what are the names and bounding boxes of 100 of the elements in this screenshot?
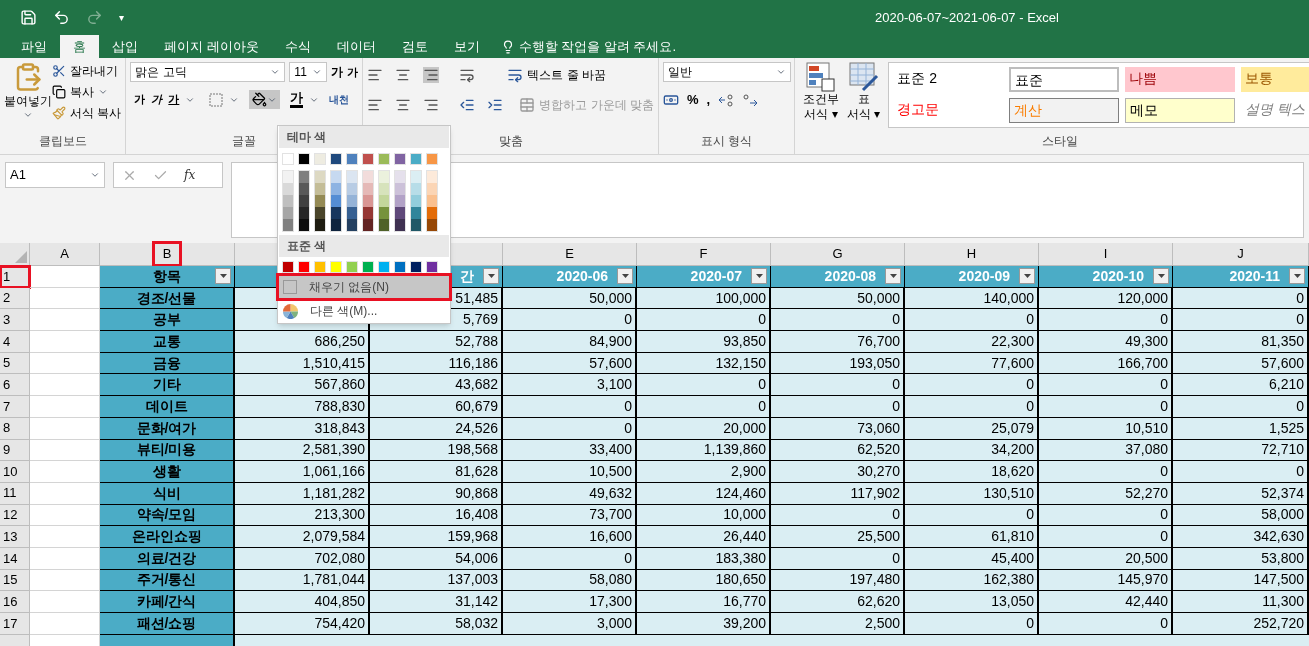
cell-style[interactable]: 나쁨	[1125, 67, 1236, 92]
number-cell: 81,350	[1173, 331, 1309, 353]
row-header[interactable]: 11	[0, 482, 30, 505]
group-label: 표시 형식	[700, 133, 753, 150]
number-cell: 0	[1173, 287, 1309, 310]
group-label: 클립보드	[38, 133, 87, 150]
paste-button[interactable]: 붙여넣기	[4, 92, 52, 110]
ribbon-tab[interactable]: 삽입	[99, 35, 151, 58]
group-label: 맞춤	[498, 133, 523, 150]
cut-button[interactable]: 잘라내기	[70, 62, 118, 80]
group-label: 글꼴	[232, 133, 257, 150]
header-label: 2020-06	[556, 266, 608, 286]
row-header[interactable]: 17	[0, 613, 30, 635]
number-cell: 0	[771, 504, 905, 527]
cell-style[interactable]: 보통	[1241, 67, 1309, 92]
ribbon-tab[interactable]: 보기	[440, 35, 493, 58]
number-cell: 100,000	[637, 287, 771, 310]
percent-button[interactable]: %	[687, 90, 699, 110]
row-header[interactable]: 12	[0, 504, 30, 527]
row-header[interactable]: 6	[0, 374, 30, 397]
row-header[interactable]: 1	[0, 266, 30, 288]
row-header[interactable]: 8	[0, 417, 30, 440]
font-name-field[interactable]: 맑은 고딕	[130, 62, 286, 82]
ribbon-tab[interactable]: 데이터	[323, 35, 389, 58]
row-header[interactable]: 15	[0, 569, 30, 592]
number-cell: 58,032	[370, 613, 503, 635]
number-cell: 0	[905, 309, 1039, 332]
number-cell: 54,006	[370, 547, 503, 570]
number-format-field[interactable]: 일반	[663, 62, 791, 82]
number-cell: 58,000	[1173, 504, 1309, 527]
row-header[interactable]: 3	[0, 309, 30, 332]
format-painter-button[interactable]: 서식 복사	[70, 104, 122, 122]
bold-button[interactable]: 가	[134, 91, 146, 108]
row-header[interactable]: 4	[0, 331, 30, 353]
column-header[interactable]: B	[154, 244, 180, 264]
ribbon-tab[interactable]: 홈	[60, 35, 99, 58]
number-cell: 0	[1039, 526, 1173, 548]
menu-item[interactable]: 채우기 없음(N)	[278, 275, 450, 299]
number-cell: 116,186	[370, 352, 503, 375]
row-header[interactable]: 5	[0, 352, 30, 375]
number-cell: 1,525	[1173, 417, 1309, 440]
number-cell: 30,270	[771, 461, 905, 483]
row-header[interactable]: 7	[0, 396, 30, 418]
number-cell: 52,374	[1173, 482, 1309, 505]
ribbon-tab[interactable]: 검토	[388, 35, 441, 58]
wrap-text-button[interactable]: 텍스트 줄 바꿈	[527, 66, 606, 84]
column-header[interactable]: I	[1095, 244, 1116, 264]
ribbon-tab[interactable]: 파일	[8, 35, 60, 58]
cell-style[interactable]: 메모	[1125, 98, 1236, 123]
category-cell: 생활	[100, 461, 235, 483]
ribbon-tab[interactable]: 페이지 레이아웃	[151, 35, 272, 58]
number-cell: 1,139,860	[637, 439, 771, 462]
italic-button[interactable]: 가	[151, 91, 163, 108]
category-cell: 식비	[100, 482, 235, 505]
row-header[interactable]: 10	[0, 461, 30, 483]
number-cell: 13,050	[905, 591, 1039, 613]
cell-style[interactable]: 표준	[1009, 67, 1120, 92]
font-color-button[interactable]: 가	[290, 91, 304, 108]
grow-font-button[interactable]: 가	[331, 63, 344, 81]
row-header[interactable]: 14	[0, 547, 30, 570]
number-cell: 0	[1173, 396, 1309, 418]
number-cell: 77,600	[905, 352, 1039, 375]
underline-button[interactable]: 가	[168, 91, 180, 108]
number-cell: 130,510	[905, 482, 1039, 505]
number-cell: 0	[1039, 374, 1173, 397]
comma-button[interactable]: ,	[706, 90, 711, 110]
tell-me-field[interactable]: 수행할 작업을 알려 주세요.	[518, 36, 677, 57]
number-cell: 0	[503, 309, 637, 332]
name-box[interactable]: A1	[5, 162, 105, 188]
ribbon-tab[interactable]: 수식	[271, 35, 324, 58]
number-cell: 2,900	[637, 461, 771, 483]
number-cell: 162,380	[905, 569, 1039, 592]
column-header[interactable]: A	[52, 244, 77, 264]
row-header[interactable]: 16	[0, 591, 30, 613]
group-label: 스타일	[1041, 133, 1079, 150]
function-button[interactable]: fx	[184, 166, 196, 184]
column-header[interactable]: F	[691, 244, 716, 264]
column-header[interactable]: J	[1229, 244, 1252, 264]
copy-button[interactable]: 복사	[70, 83, 94, 101]
conditional-format-button[interactable]: 조건부 서식 ▾	[803, 92, 839, 122]
phonetic-button[interactable]: 내천	[329, 92, 350, 107]
menu-section-header: 테마 색	[279, 126, 449, 148]
number-cell: 73,700	[503, 504, 637, 527]
column-header[interactable]: G	[824, 244, 851, 264]
row-header[interactable]: 9	[0, 439, 30, 462]
number-cell: 0	[771, 547, 905, 570]
column-header[interactable]: H	[958, 244, 985, 264]
number-cell: 60,679	[370, 396, 503, 418]
number-cell: 93,850	[637, 331, 771, 353]
number-cell: 0	[503, 547, 637, 570]
number-cell: 31,142	[370, 591, 503, 613]
font-size-field[interactable]: 11	[289, 62, 328, 82]
header-label: 2020-07	[690, 266, 742, 286]
shrink-font-button[interactable]: 가	[347, 63, 359, 81]
number-cell: 0	[771, 374, 905, 397]
table-format-button[interactable]: 표 서식 ▾	[847, 92, 881, 122]
column-header[interactable]: E	[557, 244, 582, 264]
row-header[interactable]: 2	[0, 287, 30, 310]
customize-button[interactable]: ▾	[119, 10, 124, 25]
row-header[interactable]: 13	[0, 526, 30, 548]
